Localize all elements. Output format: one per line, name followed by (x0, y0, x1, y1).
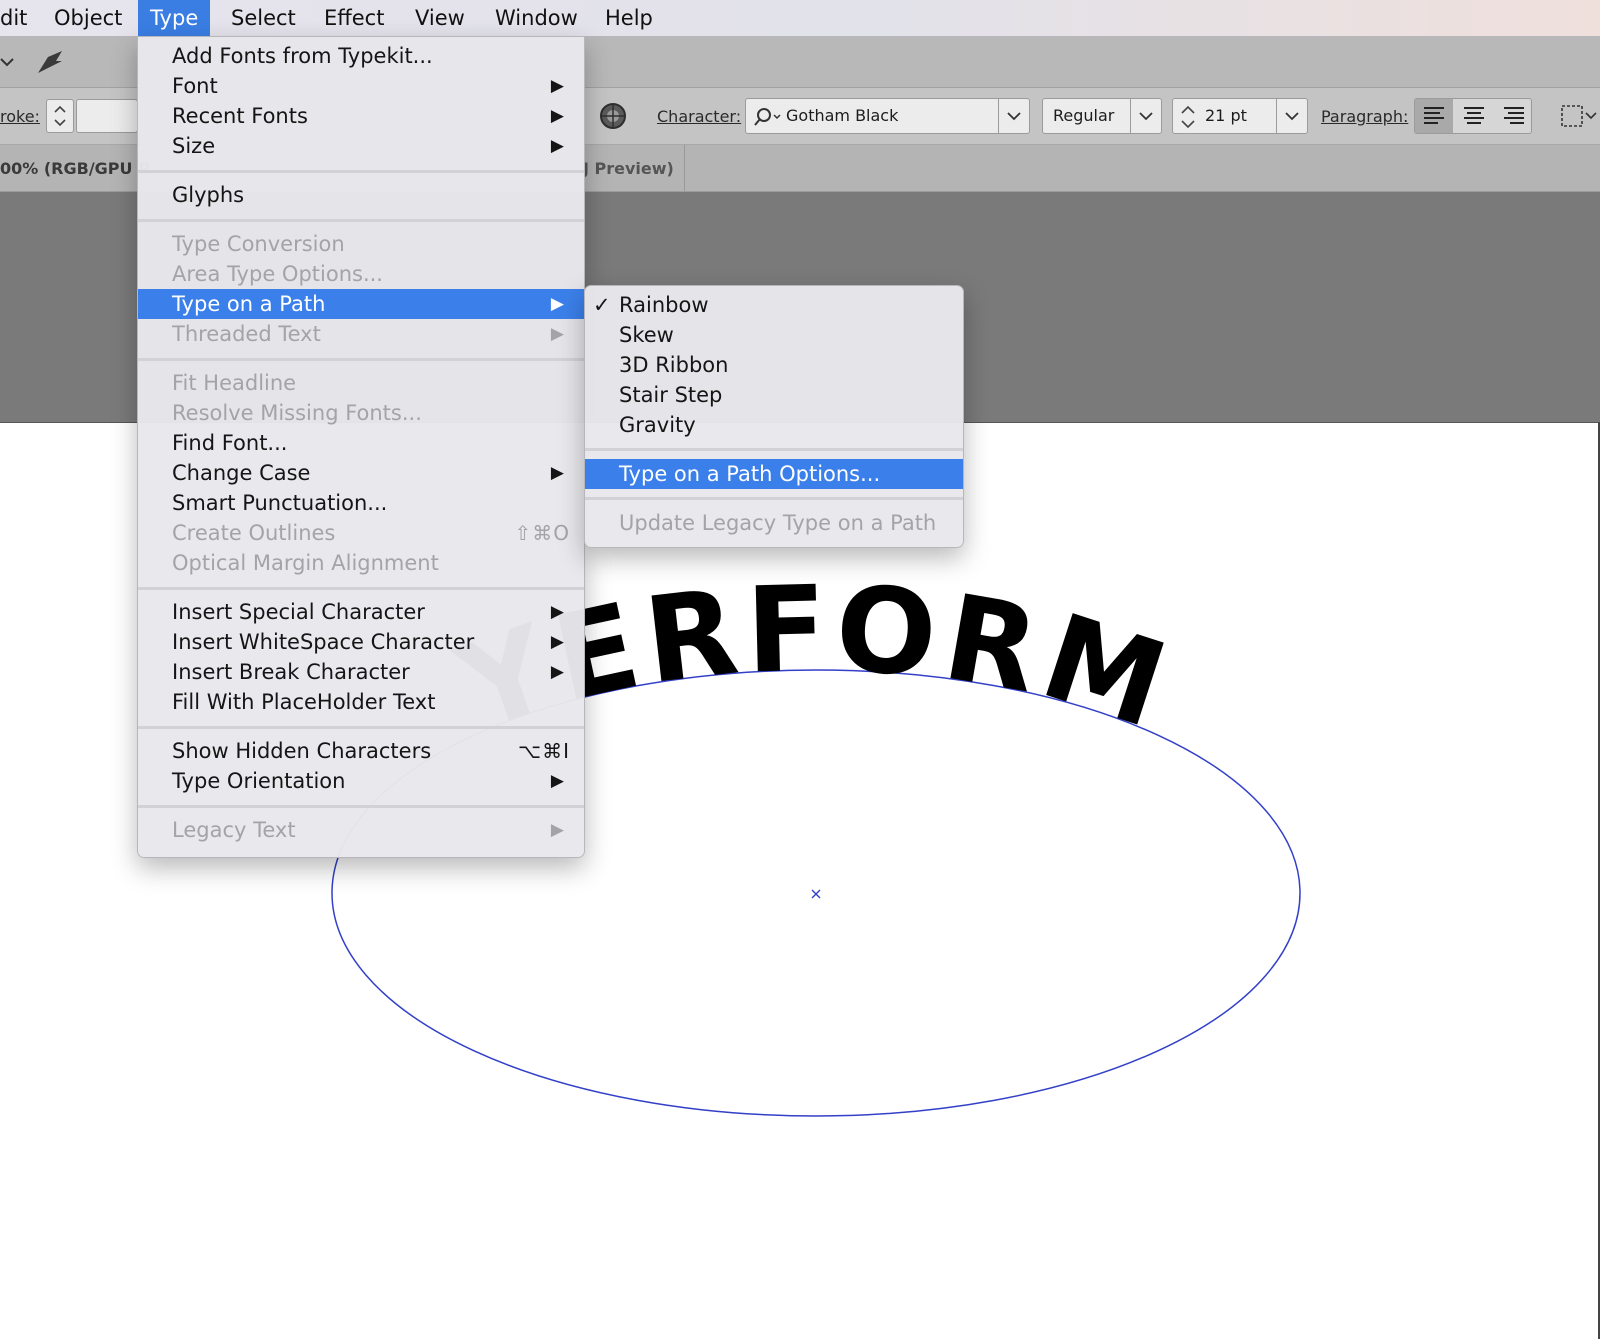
submenu-arrow-icon: ▶ (550, 294, 564, 314)
submenu-item-gravity[interactable]: Gravity (585, 410, 963, 440)
menu-item-show-hidden-characters[interactable]: Show Hidden Characters ⌥⌘I (138, 736, 584, 766)
menu-item-resolve-missing-fonts: Resolve Missing Fonts... (172, 401, 422, 425)
submenu-item-type-on-path-options[interactable]: Type on a Path Options... (585, 459, 963, 489)
menu-item-change-case[interactable]: Change Case ▶ (138, 458, 584, 488)
submenu-arrow-icon: ▶ (550, 820, 564, 840)
type-on-path-submenu: ✓ Rainbow Skew 3D Ribbon Stair Step Grav… (584, 285, 964, 548)
submenu-item-update-legacy-type: Update Legacy Type on a Path (619, 511, 937, 535)
menu-item-area-type-options: Area Type Options... (172, 262, 383, 286)
menu-item-type-orientation[interactable]: Type Orientation ▶ (138, 766, 584, 796)
checkmark-icon: ✓ (593, 293, 611, 317)
menu-separator (138, 358, 584, 361)
submenu-arrow-icon: ▶ (550, 136, 564, 156)
menu-item-fit-headline: Fit Headline (172, 371, 297, 395)
menu-separator (138, 805, 584, 808)
menu-item-create-outlines: Create Outlines ⇧⌘O (138, 518, 584, 548)
menu-item-insert-special-character[interactable]: Insert Special Character ▶ (138, 597, 584, 627)
menu-separator (138, 726, 584, 729)
submenu-arrow-icon: ▶ (550, 106, 564, 126)
menu-item-legacy-text: Legacy Text ▶ (138, 815, 584, 845)
submenu-arrow-icon: ▶ (550, 771, 564, 791)
submenu-arrow-icon: ▶ (550, 602, 564, 622)
menu-item-find-font[interactable]: Find Font... (138, 428, 584, 458)
menu-item-threaded-text: Threaded Text ▶ (138, 319, 584, 349)
menu-separator (138, 587, 584, 590)
submenu-arrow-icon: ▶ (550, 632, 564, 652)
menu-separator (585, 497, 963, 500)
menu-item-type-conversion: Type Conversion (172, 232, 345, 256)
menu-item-size[interactable]: Size ▶ (138, 131, 584, 161)
menu-separator (138, 219, 584, 222)
menu-item-smart-punctuation[interactable]: Smart Punctuation... (138, 488, 584, 518)
submenu-arrow-icon: ▶ (550, 463, 564, 483)
menu-separator (138, 170, 584, 173)
menu-item-fill-placeholder-text[interactable]: Fill With PlaceHolder Text (138, 687, 584, 717)
menu-item-recent-fonts[interactable]: Recent Fonts ▶ (138, 101, 584, 131)
menu-item-type-on-a-path[interactable]: Type on a Path ▶ (138, 289, 584, 319)
shortcut-label: ⇧⌘O (514, 521, 570, 545)
menu-item-font[interactable]: Font ▶ (138, 71, 584, 101)
type-menu: Add Fonts from Typekit... Font ▶ Recent F… (137, 36, 585, 858)
submenu-arrow-icon: ▶ (550, 76, 564, 96)
menu-item-add-fonts-typekit[interactable]: Add Fonts from Typekit... (138, 41, 584, 71)
submenu-item-skew[interactable]: Skew (585, 320, 963, 350)
submenu-arrow-icon: ▶ (550, 662, 564, 682)
menu-item-insert-whitespace-character[interactable]: Insert WhiteSpace Character ▶ (138, 627, 584, 657)
menu-item-glyphs[interactable]: Glyphs (138, 180, 584, 210)
menu-item-optical-margin-alignment: Optical Margin Alignment (172, 551, 439, 575)
menu-item-insert-break-character[interactable]: Insert Break Character ▶ (138, 657, 584, 687)
menu-separator (585, 448, 963, 451)
submenu-item-stair-step[interactable]: Stair Step (585, 380, 963, 410)
submenu-arrow-icon: ▶ (550, 324, 564, 344)
submenu-item-rainbow[interactable]: ✓ Rainbow (585, 290, 963, 320)
submenu-item-3d-ribbon[interactable]: 3D Ribbon (585, 350, 963, 380)
shortcut-label: ⌥⌘I (518, 739, 570, 763)
